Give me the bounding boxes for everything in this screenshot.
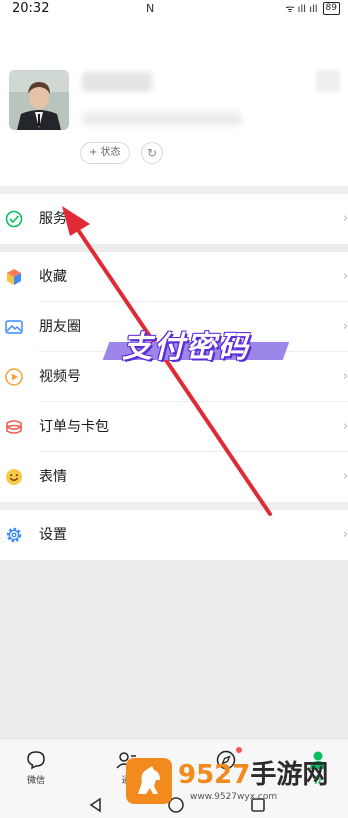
watermark-url: www.9527wyx.com — [190, 792, 278, 802]
gear-icon — [6, 527, 22, 543]
menu-label-settings: 设置 — [39, 527, 67, 543]
signal-icon: ᯤ ıll ıll — [285, 4, 318, 15]
chevron-right-icon: › — [342, 269, 348, 284]
status-icons: ᯤ ıll ıll 89 — [285, 1, 340, 15]
refresh-status-icon[interactable]: ↻ — [141, 142, 163, 164]
back-icon[interactable] — [86, 795, 106, 815]
menu-label-channels: 视频号 — [39, 369, 81, 385]
menu-label-moments: 朋友圈 — [39, 319, 81, 335]
menu-item-settings[interactable]: 设置 › — [0, 510, 348, 560]
watermark-name: 手游网 — [250, 760, 329, 790]
wallet-icon — [6, 420, 22, 434]
watermark-title: 9527手游网 — [178, 760, 328, 790]
add-status-button[interactable]: + 状态 — [80, 142, 130, 164]
notification-dot — [236, 747, 242, 753]
chevron-right-icon: › — [342, 369, 348, 384]
chevron-right-icon: › — [342, 419, 348, 434]
chevron-right-icon: › — [342, 527, 348, 542]
avatar[interactable] — [9, 70, 69, 130]
status-time: 20:32 — [12, 1, 50, 16]
smiley-icon — [6, 469, 22, 485]
nickname-redacted — [82, 72, 152, 92]
main-menu-group: 收藏 › 朋友圈 › 视频号 › 订单与卡包 › 表情 › — [0, 252, 348, 502]
menu-item-orders-cards[interactable]: 订单与卡包 › — [0, 402, 348, 452]
menu-item-service[interactable]: 服务 › — [0, 194, 348, 244]
site-watermark: 9527手游网 www.9527wyx.com — [126, 758, 336, 808]
cube-icon — [7, 269, 21, 285]
menu-item-favorites[interactable]: 收藏 › — [0, 252, 348, 302]
tab-chats[interactable]: 微信 — [6, 739, 66, 793]
qr-code-icon[interactable] — [316, 70, 340, 92]
nfc-icon: N — [146, 2, 155, 15]
service-group: 服务 › — [0, 194, 348, 244]
menu-label-orders-cards: 订单与卡包 — [39, 419, 109, 435]
service-icon — [5, 210, 23, 228]
status-bar: 20:32 N ᯤ ıll ıll 89 — [0, 0, 348, 20]
menu-label-stickers: 表情 — [39, 469, 67, 485]
horse-logo-graphic — [138, 766, 160, 794]
menu-label-service: 服务 — [39, 211, 67, 227]
photo-icon — [5, 320, 23, 334]
horse-logo-icon — [126, 758, 172, 804]
settings-group: 设置 › — [0, 510, 348, 560]
wechat-id-redacted — [82, 112, 242, 126]
menu-item-stickers[interactable]: 表情 › — [0, 452, 348, 502]
menu-label-favorites: 收藏 — [39, 269, 67, 285]
chevron-right-icon: › — [342, 211, 348, 226]
profile-header[interactable]: + 状态 ↻ — [0, 20, 348, 186]
chat-bubble-icon — [27, 751, 45, 770]
tab-label-chats: 微信 — [26, 776, 45, 786]
chevron-right-icon: › — [342, 469, 348, 484]
play-icon — [5, 368, 23, 386]
watermark-number: 9527 — [178, 760, 251, 790]
battery-icon: 89 — [322, 1, 340, 15]
overlay-text: 支付密码 — [122, 330, 250, 365]
avatar-image — [9, 70, 69, 130]
chevron-right-icon: › — [342, 319, 348, 334]
overlay-banner: 支付密码 — [88, 322, 290, 374]
